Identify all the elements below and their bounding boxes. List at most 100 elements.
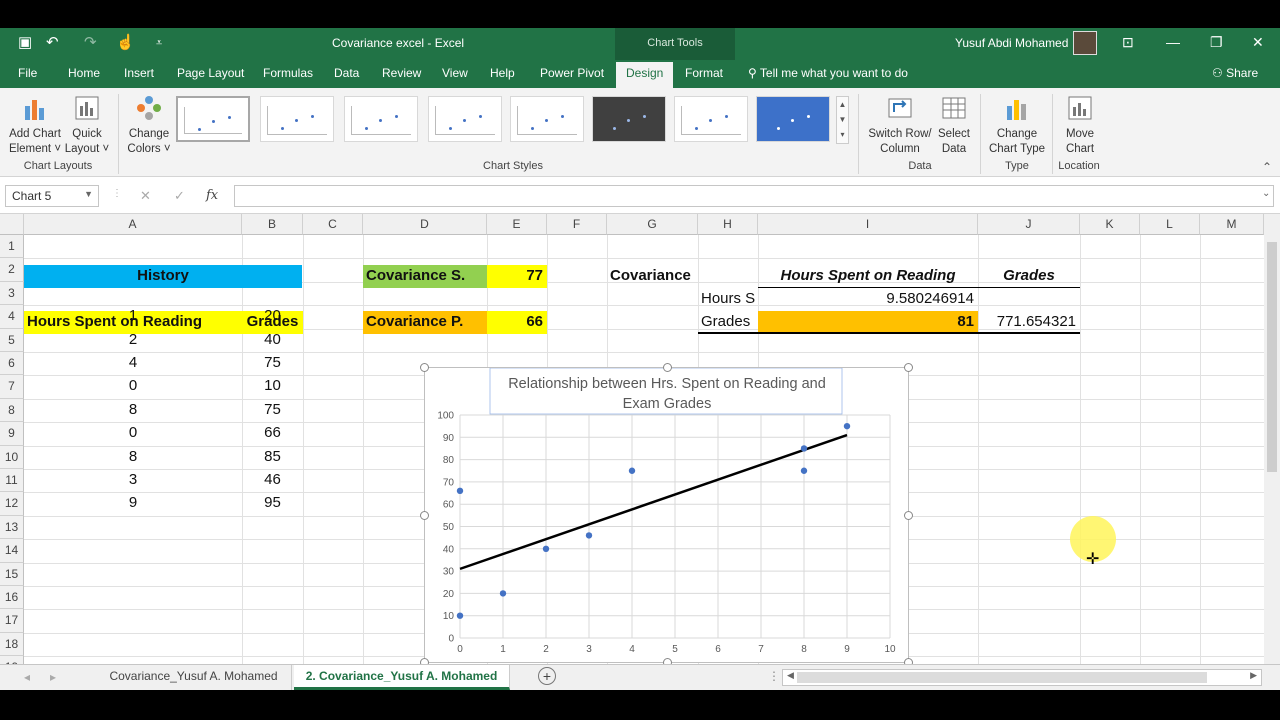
close-icon[interactable]: ✕: [1252, 34, 1264, 51]
hours-cell[interactable]: 4: [24, 352, 242, 375]
undo-icon[interactable]: ↶: [46, 28, 59, 60]
row-header[interactable]: 3: [0, 281, 24, 306]
data-point[interactable]: [499, 590, 507, 597]
name-box[interactable]: Chart 5 ▼: [5, 185, 99, 207]
chart-object[interactable]: Relationship between Hrs. Spent on Readi…: [420, 363, 913, 664]
col-header-b[interactable]: B: [242, 214, 303, 235]
row-header[interactable]: 19: [0, 656, 24, 664]
tab-page-layout[interactable]: Page Layout: [177, 66, 244, 80]
redo-icon[interactable]: ↷: [84, 28, 97, 60]
row-header[interactable]: 17: [0, 609, 24, 633]
cancel-icon[interactable]: ✕: [140, 188, 151, 204]
chart-style-1[interactable]: [176, 96, 250, 142]
tab-format[interactable]: Format: [685, 66, 723, 80]
covariance-p-label[interactable]: Covariance P.: [363, 311, 487, 334]
sheet-tab-2[interactable]: 2. Covariance_Yusuf A. Mohamed: [294, 665, 510, 690]
grades-cell[interactable]: 10: [242, 375, 303, 398]
matrix-grades-grades[interactable]: 771.654321: [978, 311, 1080, 334]
history-header-cell[interactable]: History: [24, 265, 302, 288]
enter-icon[interactable]: ✓: [174, 188, 185, 204]
chart-title-line-2[interactable]: Exam Grades: [623, 396, 712, 412]
col-header-f[interactable]: F: [547, 214, 607, 235]
data-point[interactable]: [542, 545, 550, 552]
function-icon[interactable]: fx: [206, 188, 218, 203]
grades-cell[interactable]: 75: [242, 399, 303, 422]
covariance-p-value[interactable]: 66: [487, 311, 547, 334]
next-sheet-icon[interactable]: ▸: [50, 670, 56, 684]
row-header[interactable]: 6: [0, 352, 24, 376]
matrix-col-grades[interactable]: Grades: [978, 265, 1080, 288]
row-header[interactable]: 12: [0, 492, 24, 516]
col-header-a[interactable]: A: [24, 214, 242, 235]
scroll-left-icon[interactable]: ◀: [787, 670, 794, 681]
row-header[interactable]: 10: [0, 445, 24, 469]
col-header-i[interactable]: I: [758, 214, 978, 235]
covariance-s-label[interactable]: Covariance S.: [363, 265, 487, 288]
formula-input[interactable]: [234, 185, 1274, 207]
resize-handle[interactable]: [420, 511, 429, 520]
row-header[interactable]: 2: [0, 258, 24, 282]
ribbon-display-icon[interactable]: ⊡: [1122, 34, 1134, 51]
matrix-row-grades-label[interactable]: Grades: [698, 311, 758, 334]
matrix-hours-hours[interactable]: 9.580246914: [758, 288, 978, 311]
switch-row-column-button[interactable]: Switch Row/ Column: [866, 94, 934, 157]
grades-cell[interactable]: 46: [242, 469, 303, 492]
select-all-corner[interactable]: [0, 214, 24, 235]
maximize-icon[interactable]: ❐: [1210, 34, 1223, 51]
add-sheet-icon[interactable]: +: [538, 667, 556, 685]
resize-handle[interactable]: [904, 511, 913, 520]
chart-style-2[interactable]: [260, 96, 334, 142]
hours-cell[interactable]: 8: [24, 399, 242, 422]
quick-layout-button[interactable]: Quick Layout ˅: [64, 94, 110, 157]
row-header[interactable]: 9: [0, 422, 24, 446]
row-header[interactable]: 4: [0, 305, 24, 329]
chart-styles-scroll[interactable]: ▲ ▼ ▾: [836, 96, 849, 144]
tab-help[interactable]: Help: [490, 66, 515, 80]
row-header[interactable]: 13: [0, 515, 24, 540]
hours-cell[interactable]: 8: [24, 446, 242, 469]
tab-design[interactable]: Design: [616, 62, 674, 88]
change-colors-button[interactable]: Change Colors ˅: [124, 94, 174, 157]
hours-cell[interactable]: 2: [24, 329, 242, 352]
col-header-g[interactable]: G: [607, 214, 698, 235]
prev-sheet-icon[interactable]: ◂: [24, 670, 30, 684]
grades-cell[interactable]: 75: [242, 352, 303, 375]
expand-formula-icon[interactable]: ⌄: [1262, 188, 1270, 199]
row-header[interactable]: 7: [0, 375, 24, 399]
hours-cell[interactable]: 0: [24, 375, 242, 398]
matrix-grades-hours[interactable]: 81: [758, 311, 978, 334]
col-header-c[interactable]: C: [303, 214, 363, 235]
chart-title-line-1[interactable]: Relationship between Hrs. Spent on Readi…: [508, 376, 826, 392]
select-data-button[interactable]: Select Data: [934, 94, 974, 157]
row-header[interactable]: 14: [0, 539, 24, 563]
grades-cell[interactable]: 85: [242, 446, 303, 469]
change-chart-type-button[interactable]: Change Chart Type: [984, 94, 1050, 157]
tab-insert[interactable]: Insert: [124, 66, 154, 80]
touch-mode-icon[interactable]: ☝: [116, 28, 135, 60]
tab-home[interactable]: Home: [68, 66, 100, 80]
data-point[interactable]: [800, 445, 808, 452]
row-header[interactable]: 15: [0, 562, 24, 586]
hours-cell[interactable]: 3: [24, 469, 242, 492]
matrix-col-hours[interactable]: Hours Spent on Reading: [758, 265, 978, 288]
scatter-chart[interactable]: Relationship between Hrs. Spent on Readi…: [425, 367, 910, 664]
share-button[interactable]: ⚇ Share: [1212, 66, 1258, 80]
save-icon[interactable]: ▣: [18, 28, 32, 60]
col-header-l[interactable]: L: [1140, 214, 1200, 235]
user-name[interactable]: Yusuf Abdi Mohamed: [955, 36, 1068, 50]
chevron-down-icon[interactable]: ▼: [84, 189, 93, 199]
chart-style-8[interactable]: [756, 96, 830, 142]
avatar[interactable]: [1073, 31, 1097, 55]
scroll-thumb[interactable]: [1267, 242, 1277, 472]
hours-cell[interactable]: 1: [24, 305, 242, 328]
horizontal-scrollbar[interactable]: ◀ ▶: [782, 669, 1262, 686]
horizontal-scroll-thumb[interactable]: [797, 672, 1207, 683]
tab-power-pivot[interactable]: Power Pivot: [540, 66, 604, 80]
covariance-s-value[interactable]: 77: [487, 265, 547, 288]
vertical-scrollbar[interactable]: [1264, 214, 1280, 690]
sheet-tab-1[interactable]: Covariance_Yusuf A. Mohamed: [96, 665, 292, 690]
row-header[interactable]: 8: [0, 398, 24, 423]
resize-handle[interactable]: [420, 363, 429, 372]
scroll-right-icon[interactable]: ▶: [1250, 670, 1257, 681]
grades-cell[interactable]: 66: [242, 422, 303, 445]
